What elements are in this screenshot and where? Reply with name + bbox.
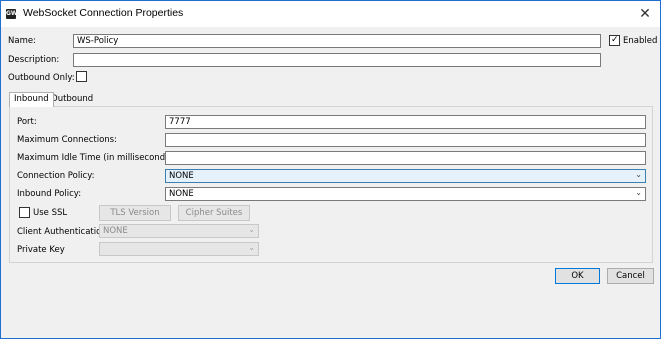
name-field[interactable]: WS-Policy xyxy=(73,34,601,48)
inbound-panel xyxy=(9,106,653,263)
outbound-only-label: Outbound Only: xyxy=(8,73,75,83)
max-idle-field[interactable] xyxy=(165,151,646,165)
client-auth-select[interactable]: NONE ⌄ xyxy=(99,224,259,238)
app-icon: GW xyxy=(6,9,18,19)
chevron-down-icon: ⌄ xyxy=(635,170,642,179)
window-title: WebSocket Connection Properties xyxy=(23,7,184,19)
connection-policy-select[interactable]: NONE ⌄ xyxy=(165,169,646,183)
private-key-select[interactable]: ⌄ xyxy=(99,242,259,256)
description-field[interactable] xyxy=(73,53,601,67)
connection-policy-value: NONE xyxy=(169,171,194,181)
port-field[interactable]: 7777 xyxy=(165,115,646,129)
outbound-only-checkbox[interactable] xyxy=(76,71,87,82)
client-auth-label: Client Authentication xyxy=(17,227,107,237)
inbound-policy-label: Inbound Policy: xyxy=(17,189,82,199)
tab-inbound[interactable]: Inbound xyxy=(9,92,54,107)
inbound-policy-value: NONE xyxy=(169,189,194,199)
title-bar: GW WebSocket Connection Properties ✕ xyxy=(1,1,660,27)
max-connections-label: Maximum Connections: xyxy=(17,135,117,145)
chevron-down-icon: ⌄ xyxy=(248,243,255,252)
ok-button[interactable]: OK xyxy=(555,268,600,284)
port-label: Port: xyxy=(17,117,37,127)
max-connections-field[interactable] xyxy=(165,133,646,147)
description-label: Description: xyxy=(8,55,60,65)
tls-version-button[interactable]: TLS Version xyxy=(99,205,171,221)
chevron-down-icon: ⌄ xyxy=(635,188,642,197)
cancel-button[interactable]: Cancel xyxy=(607,268,654,284)
client-auth-value: NONE xyxy=(103,226,128,236)
enabled-label: Enabled xyxy=(623,36,658,46)
inbound-policy-select[interactable]: NONE ⌄ xyxy=(165,187,646,201)
close-icon[interactable]: ✕ xyxy=(636,5,654,23)
enabled-checkbox[interactable]: ✓ xyxy=(609,35,620,46)
cipher-suites-button[interactable]: Cipher Suites xyxy=(178,205,250,221)
max-idle-label: Maximum Idle Time (in milliseconds): xyxy=(17,153,176,163)
checkmark-icon: ✓ xyxy=(611,35,619,45)
use-ssl-label: Use SSL xyxy=(33,208,68,218)
chevron-down-icon: ⌄ xyxy=(248,225,255,234)
connection-policy-label: Connection Policy: xyxy=(17,171,95,181)
dialog-window: GW WebSocket Connection Properties ✕ Nam… xyxy=(0,0,661,339)
use-ssl-checkbox[interactable] xyxy=(19,207,30,218)
name-label: Name: xyxy=(8,36,36,46)
private-key-label: Private Key xyxy=(17,245,65,255)
